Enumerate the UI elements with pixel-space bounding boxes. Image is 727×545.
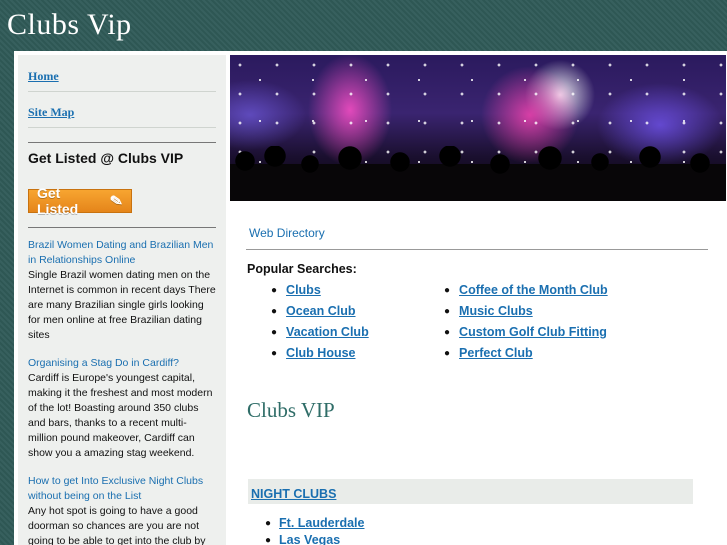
bullet-icon: ●	[271, 327, 278, 338]
popular-searches-column: ● Coffee of the Month Club ● Music Clubs ●…	[444, 281, 608, 365]
night-clubs-link[interactable]: NIGHT CLUBS	[251, 487, 336, 501]
article-item: Organising a Stag Do in Cardiff? Cardiff…	[28, 356, 216, 461]
article-snippet: Any hot spot is going to have a good doo…	[28, 505, 206, 545]
bullet-icon: ●	[265, 535, 272, 545]
bullet-icon: ●	[265, 518, 272, 529]
crowd-silhouette	[230, 146, 726, 201]
sidebar: Home Site Map Get Listed @ Clubs VIP Get…	[18, 55, 226, 545]
get-listed-heading: Get Listed @ Clubs VIP	[28, 150, 184, 166]
search-link[interactable]: Clubs	[286, 283, 321, 297]
divider	[246, 249, 708, 250]
nav-site-map-link[interactable]: Site Map	[28, 92, 216, 128]
bullet-icon: ●	[271, 285, 278, 296]
article-link[interactable]: Brazil Women Dating and Brazilian Men in…	[28, 238, 216, 268]
get-listed-label: Get Listed	[37, 185, 79, 217]
list-item: ● Ocean Club	[271, 302, 444, 323]
bullet-icon: ●	[271, 306, 278, 317]
city-link[interactable]: Ft. Lauderdale	[279, 516, 364, 530]
popular-searches-column: ● Clubs ● Ocean Club ● Vacation Club ● Club …	[271, 281, 444, 365]
article-snippet: Cardiff is Europe's youngest capital, ma…	[28, 372, 213, 459]
search-link[interactable]: Custom Golf Club Fitting	[459, 325, 607, 339]
article-item: How to get Into Exclusive Night Clubs wi…	[28, 474, 216, 545]
search-link[interactable]: Perfect Club	[459, 346, 533, 360]
search-link[interactable]: Vacation Club	[286, 325, 369, 339]
bullet-icon: ●	[444, 327, 451, 338]
popular-searches-label: Popular Searches:	[247, 262, 357, 276]
search-link[interactable]: Club House	[286, 346, 355, 360]
list-item: ● Club House	[271, 344, 444, 365]
search-link[interactable]: Coffee of the Month Club	[459, 283, 608, 297]
popular-searches-list: ● Clubs ● Ocean Club ● Vacation Club ● Club …	[246, 281, 708, 365]
pencil-icon: ✎	[109, 192, 125, 211]
nav-home-link[interactable]: Home	[28, 55, 216, 92]
article-link[interactable]: How to get Into Exclusive Night Clubs wi…	[28, 474, 216, 504]
city-list: ● Ft. Lauderdale ● Las Vegas	[265, 515, 708, 545]
page-title: Clubs VIP	[247, 398, 335, 422]
bullet-icon: ●	[444, 306, 451, 317]
list-item: ● Music Clubs	[444, 302, 608, 323]
list-item: ● Clubs	[271, 281, 444, 302]
list-item: ● Custom Golf Club Fitting	[444, 323, 608, 344]
article-snippet: Single Brazil women dating men on the In…	[28, 269, 216, 341]
list-item: ● Las Vegas	[265, 532, 708, 545]
bullet-icon: ●	[444, 285, 451, 296]
list-item: ● Vacation Club	[271, 323, 444, 344]
search-link[interactable]: Music Clubs	[459, 304, 533, 318]
city-link[interactable]: Las Vegas	[279, 533, 340, 545]
night-clubs-bar: NIGHT CLUBS	[248, 479, 693, 504]
page-frame: Home Site Map Get Listed @ Clubs VIP Get…	[14, 51, 727, 545]
bullet-icon: ●	[271, 348, 278, 359]
list-item: ● Coffee of the Month Club	[444, 281, 608, 302]
article-link[interactable]: Organising a Stag Do in Cardiff?	[28, 356, 216, 371]
divider	[28, 227, 216, 228]
search-link[interactable]: Ocean Club	[286, 304, 355, 318]
site-title: Clubs Vip	[7, 8, 132, 41]
list-item: ● Perfect Club	[444, 344, 608, 365]
bullet-icon: ●	[444, 348, 451, 359]
main-content: Web Directory Popular Searches: ● Clubs ●…	[246, 201, 708, 545]
list-item: ● Ft. Lauderdale	[265, 515, 708, 532]
get-listed-button[interactable]: Get Listed ✎	[28, 185, 132, 217]
article-item: Brazil Women Dating and Brazilian Men in…	[28, 238, 216, 343]
club-crowd-banner-image	[230, 55, 726, 201]
web-directory-link[interactable]: Web Directory	[249, 226, 708, 240]
